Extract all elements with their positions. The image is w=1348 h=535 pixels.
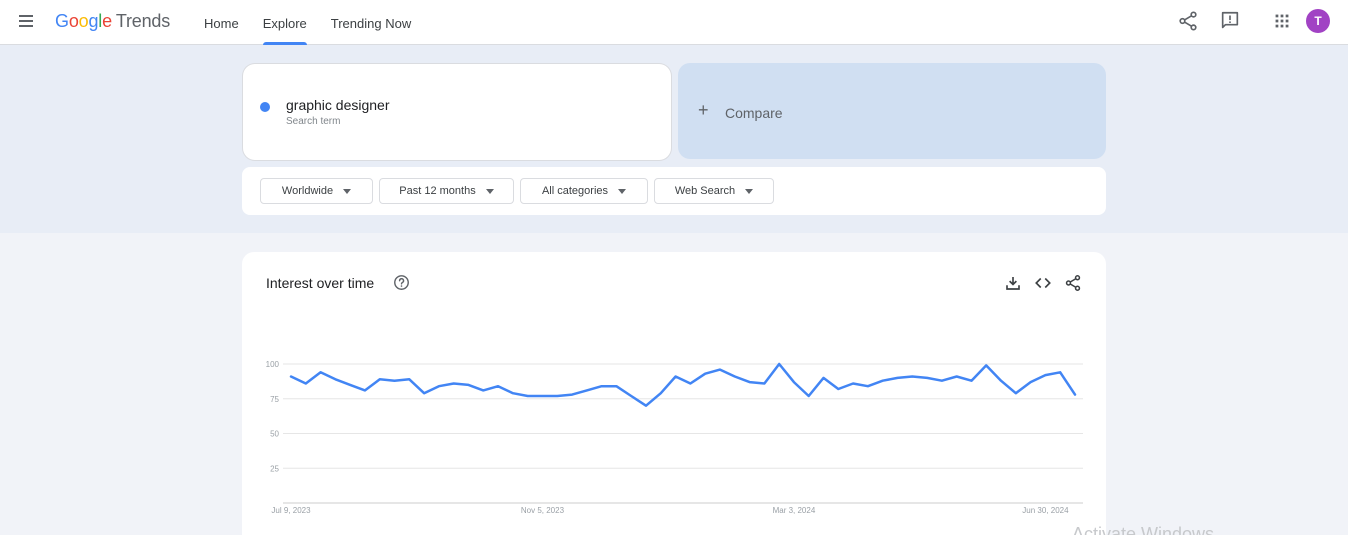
data-point[interactable] — [806, 393, 812, 399]
time-range-filter-label: Past 12 months — [399, 185, 476, 197]
caret-down-icon — [343, 188, 352, 194]
data-point[interactable] — [539, 393, 545, 399]
data-point[interactable] — [821, 375, 827, 381]
share-icon[interactable] — [1177, 10, 1199, 32]
search-term-card[interactable]: graphic designer Search term — [243, 64, 671, 160]
data-point[interactable] — [747, 379, 753, 385]
data-point[interactable] — [983, 362, 989, 368]
y-tick-label: 100 — [266, 360, 280, 369]
compare-button[interactable]: + Compare — [678, 63, 1106, 159]
data-point[interactable] — [436, 383, 442, 389]
feedback-icon[interactable] — [1219, 10, 1241, 32]
data-point[interactable] — [761, 380, 767, 386]
data-point[interactable] — [1013, 390, 1019, 396]
data-point[interactable] — [347, 382, 353, 388]
x-tick-label: Jul 9, 2023 — [271, 506, 311, 515]
data-point[interactable] — [1028, 379, 1034, 385]
plus-icon: + — [698, 100, 709, 120]
y-tick-label: 75 — [270, 395, 279, 404]
category-filter-dropdown[interactable]: All categories — [520, 178, 648, 204]
data-point[interactable] — [791, 379, 797, 385]
series-line-graphic-designer — [289, 362, 1077, 407]
top-app-bar: Google Trends Home Explore Trending Now T — [0, 0, 1348, 45]
interest-over-time-card: Interest over time 25 50 75 100 Jul 9, 2023 N… — [242, 252, 1106, 535]
search-term-label: Search term — [286, 116, 341, 127]
data-point[interactable] — [658, 390, 664, 396]
data-point[interactable] — [717, 367, 723, 373]
data-point[interactable] — [673, 374, 679, 380]
data-point[interactable] — [332, 376, 338, 382]
data-point[interactable] — [850, 380, 856, 386]
data-point[interactable] — [525, 393, 531, 399]
data-point[interactable] — [406, 376, 412, 382]
data-point[interactable] — [510, 390, 516, 396]
filter-bar: Worldwide Past 12 months All categories … — [242, 167, 1106, 215]
account-avatar[interactable]: T — [1306, 9, 1330, 33]
data-point[interactable] — [865, 383, 871, 389]
data-point[interactable] — [451, 380, 457, 386]
data-point[interactable] — [584, 387, 590, 393]
data-point[interactable] — [924, 375, 930, 381]
data-point[interactable] — [968, 378, 974, 384]
windows-watermark: Activate Windows — [1072, 524, 1215, 535]
data-point[interactable] — [732, 374, 738, 380]
search-type-filter-label: Web Search — [674, 185, 736, 197]
search-term-input[interactable]: graphic designer — [286, 97, 390, 113]
y-tick-label: 50 — [270, 430, 279, 439]
data-point[interactable] — [466, 382, 472, 388]
data-point[interactable] — [318, 369, 324, 375]
data-point[interactable] — [909, 374, 915, 380]
nav-trending-now[interactable]: Trending Now — [323, 0, 419, 45]
data-point[interactable] — [480, 387, 486, 393]
region-filter-dropdown[interactable]: Worldwide — [260, 178, 373, 204]
data-point[interactable] — [880, 378, 886, 384]
data-point[interactable] — [835, 386, 841, 392]
main-nav: Home Explore Trending Now — [196, 0, 427, 45]
term-color-dot — [260, 102, 270, 112]
caret-down-icon — [618, 188, 627, 194]
interest-line-chart[interactable]: 25 50 75 100 Jul 9, 2023 Nov 5, 2023 Mar 3, 20… — [242, 252, 1106, 535]
data-point[interactable] — [1042, 372, 1048, 378]
time-range-filter-dropdown[interactable]: Past 12 months — [379, 178, 514, 204]
caret-down-icon — [745, 188, 754, 194]
data-point[interactable] — [288, 374, 294, 380]
nav-explore[interactable]: Explore — [255, 0, 315, 45]
google-trends-logo[interactable]: Google Trends — [55, 11, 170, 32]
x-tick-label: Mar 3, 2024 — [773, 506, 816, 515]
data-point[interactable] — [702, 371, 708, 377]
data-point[interactable] — [939, 378, 945, 384]
data-point[interactable] — [954, 374, 960, 380]
data-point[interactable] — [392, 378, 398, 384]
data-point[interactable] — [569, 392, 575, 398]
caret-down-icon — [485, 188, 494, 194]
x-tick-label: Jun 30, 2024 — [1022, 506, 1069, 515]
data-point[interactable] — [643, 403, 649, 409]
search-type-filter-dropdown[interactable]: Web Search — [654, 178, 774, 204]
apps-grid-icon[interactable] — [1271, 10, 1293, 32]
region-filter-label: Worldwide — [281, 185, 334, 197]
data-point[interactable] — [599, 383, 605, 389]
data-point[interactable] — [687, 380, 693, 386]
data-point[interactable] — [998, 378, 1004, 384]
data-point[interactable] — [613, 383, 619, 389]
compare-label: Compare — [725, 105, 783, 121]
data-point[interactable] — [628, 393, 634, 399]
data-point[interactable] — [362, 387, 368, 393]
data-point[interactable] — [377, 376, 383, 382]
menu-icon[interactable] — [17, 13, 35, 29]
data-point[interactable] — [495, 383, 501, 389]
nav-home[interactable]: Home — [196, 0, 247, 45]
data-point[interactable] — [1057, 369, 1063, 375]
y-tick-label: 25 — [270, 464, 279, 473]
data-point[interactable] — [303, 380, 309, 386]
x-tick-label: Nov 5, 2023 — [521, 506, 565, 515]
data-point[interactable] — [554, 393, 560, 399]
data-point[interactable] — [894, 375, 900, 381]
data-point[interactable] — [776, 361, 782, 367]
category-filter-label: All categories — [541, 185, 609, 197]
data-point[interactable] — [421, 390, 427, 396]
data-point[interactable] — [1072, 392, 1078, 398]
